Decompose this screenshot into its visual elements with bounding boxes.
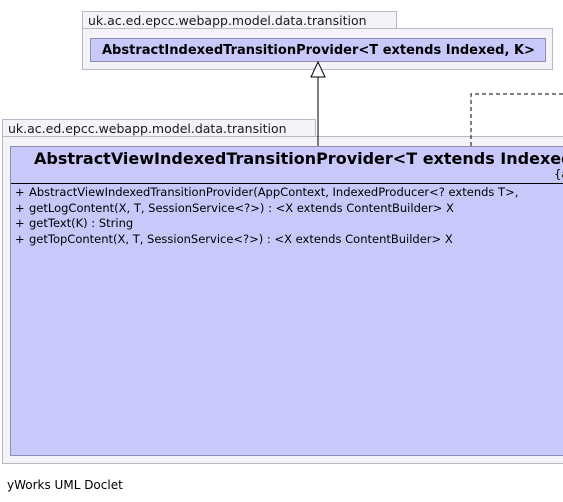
diagram-caption: yWorks UML Doclet: [7, 478, 123, 492]
relations-layer: [310, 60, 563, 146]
generalization-arrowhead: [310, 60, 326, 78]
dependency-line: [470, 93, 563, 146]
